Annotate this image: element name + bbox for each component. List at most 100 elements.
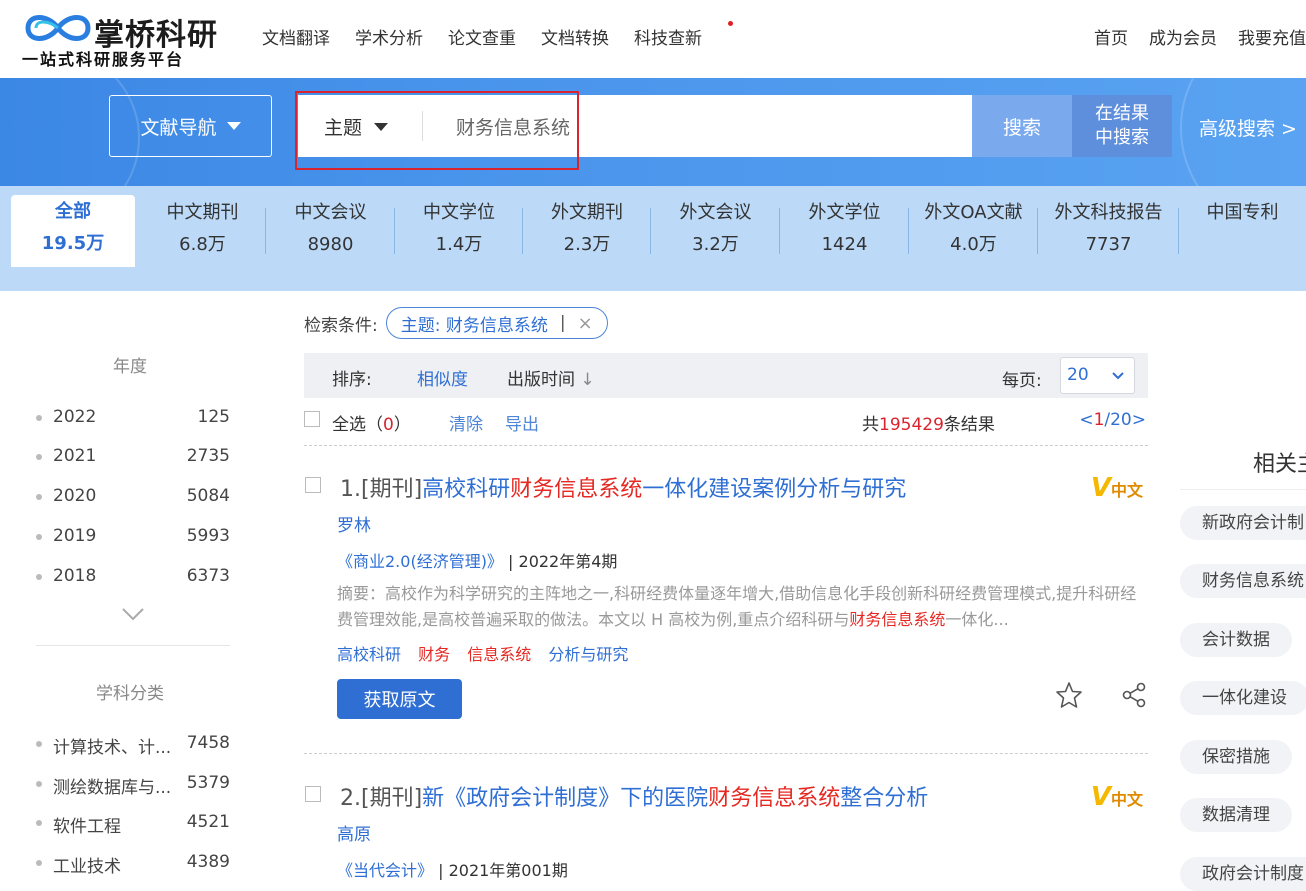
- nav-analysis[interactable]: 学术分析: [355, 24, 423, 54]
- result-item: 1.[期刊]高校科研财务信息系统一体化建设案例分析与研究 V中文 罗林 《商业2…: [304, 471, 1148, 751]
- nav-novelty[interactable]: 科技查新: [634, 21, 733, 54]
- nav-home[interactable]: 首页: [1094, 24, 1128, 49]
- nav-recharge[interactable]: 我要充值: [1238, 24, 1306, 49]
- per-page-select[interactable]: 20: [1060, 357, 1135, 394]
- divider: [304, 753, 1148, 754]
- within-label-2: 中搜索: [1095, 127, 1149, 148]
- subject-filter-item[interactable]: 软件工程 4521: [36, 810, 232, 837]
- total-suffix: 条结果: [943, 415, 995, 435]
- related-tag[interactable]: 保密措施: [1180, 740, 1292, 774]
- top-header: 掌桥科研 一站式科研服务平台 文档翻译 学术分析 论文查重 文档转换 科技查新 …: [0, 0, 1306, 78]
- right-nav: 首页 成为会员 我要充值: [1073, 24, 1306, 49]
- current-page: 1: [1093, 410, 1105, 430]
- tab-cn-patent[interactable]: 中国专利: [1179, 196, 1306, 266]
- clear-button[interactable]: 清除: [449, 410, 483, 435]
- tab-foreign-oa[interactable]: 外文OA文献 4.0万: [909, 196, 1038, 266]
- filter-label: 测绘数据库与...: [53, 778, 172, 798]
- related-tag[interactable]: 新政府会计制: [1180, 506, 1306, 540]
- search-within-results-button[interactable]: 在结果 中搜索: [1072, 95, 1172, 157]
- year-filter-item[interactable]: 2021 2735: [36, 444, 232, 470]
- star-icon[interactable]: [1055, 681, 1083, 709]
- caret-down-icon: [226, 122, 241, 130]
- journal-link[interactable]: 《当代会计》: [337, 861, 433, 880]
- result-checkbox[interactable]: [305, 477, 321, 493]
- result-author[interactable]: 高原: [337, 820, 371, 845]
- prev-page-button[interactable]: <: [1079, 410, 1093, 430]
- year-filter-item[interactable]: 2022 125: [36, 405, 232, 431]
- select-all-checkbox[interactable]: [304, 411, 320, 427]
- sort-label: 排序:: [332, 370, 372, 390]
- search-field-select[interactable]: 主题: [324, 113, 389, 140]
- keyword-link[interactable]: 财务: [418, 645, 450, 664]
- condition-tag[interactable]: 主题: 财务信息系统 | ×: [385, 307, 608, 339]
- filter-label: 2021: [53, 446, 97, 466]
- related-tag[interactable]: 政府会计制度: [1180, 857, 1306, 891]
- result-author[interactable]: 罗林: [337, 511, 371, 536]
- result-title-link[interactable]: 1.[期刊]高校科研财务信息系统一体化建设案例分析与研究: [340, 471, 906, 503]
- tab-all[interactable]: 全部 19.5万: [11, 195, 135, 267]
- result-title-link[interactable]: 2.[期刊]新《政府会计制度》下的医院财务信息系统整合分析: [340, 780, 928, 812]
- tab-cn-journal[interactable]: 中文期刊 6.8万: [139, 196, 266, 266]
- export-button[interactable]: 导出: [505, 410, 539, 435]
- next-page-button[interactable]: >: [1132, 410, 1146, 430]
- share-icon[interactable]: [1120, 681, 1148, 709]
- result-source: 《商业2.0(经济管理)》 | 2022年第4期: [337, 548, 617, 572]
- journal-link[interactable]: 《商业2.0(经济管理)》: [337, 552, 503, 571]
- search-box: 主题 财务信息系统: [295, 91, 972, 170]
- nav-plagiarism[interactable]: 论文查重: [448, 24, 516, 54]
- chevron-down-icon[interactable]: [122, 607, 144, 621]
- nav-convert[interactable]: 文档转换: [541, 24, 609, 54]
- sort-relevance[interactable]: 相似度: [417, 365, 468, 390]
- tab-foreign-degree[interactable]: 外文学位 1424: [780, 196, 909, 266]
- literature-nav-button[interactable]: 文献导航: [109, 95, 272, 157]
- close-icon[interactable]: ×: [578, 313, 593, 334]
- result-checkbox[interactable]: [305, 786, 321, 802]
- condition-tag-text: 主题: 财务信息系统: [400, 315, 548, 336]
- related-tag[interactable]: 财务信息系统: [1180, 564, 1306, 598]
- literature-nav-label: 文献导航: [140, 116, 217, 139]
- tab-name: 中国专利: [1206, 202, 1279, 223]
- subject-filter-item[interactable]: 工业技术 4389: [36, 850, 232, 877]
- filter-count: 4389: [186, 852, 230, 872]
- related-tag[interactable]: 数据清理: [1180, 798, 1292, 832]
- keyword-link[interactable]: 高校科研: [337, 645, 401, 664]
- tab-foreign-tech-report[interactable]: 外文科技报告 7737: [1038, 196, 1179, 266]
- search-input[interactable]: 财务信息系统: [456, 113, 570, 140]
- arrow-down-icon: ↓: [580, 370, 595, 390]
- related-tag[interactable]: 会计数据: [1180, 623, 1292, 657]
- get-fulltext-button[interactable]: 获取原文: [337, 679, 462, 719]
- chinese-badge-icon: V中文: [1091, 473, 1143, 503]
- subject-filter-title: 学科分类: [96, 684, 164, 704]
- year-filter-item[interactable]: 2019 5993: [36, 524, 232, 550]
- year-filter-item[interactable]: 2020 5084: [36, 484, 232, 510]
- filter-count: 5379: [186, 773, 230, 793]
- filter-count: 4521: [186, 812, 230, 832]
- advanced-search-link[interactable]: 高级搜索 >: [1199, 114, 1297, 141]
- select-all-close: ）: [393, 415, 411, 435]
- subject-filter-item[interactable]: 计算技术、计... 7458: [36, 731, 232, 758]
- selected-count: 0: [383, 415, 394, 435]
- nav-membership[interactable]: 成为会员: [1149, 24, 1217, 49]
- tab-name: 外文OA文献: [924, 202, 1023, 223]
- select-all-label[interactable]: 全选（0）: [332, 410, 411, 435]
- site-logo[interactable]: 掌桥科研 一站式科研服务平台: [20, 8, 220, 69]
- logo-infinity-icon: [25, 15, 91, 41]
- related-tag[interactable]: 一体化建设: [1180, 681, 1306, 715]
- result-index: 1.[期刊]: [340, 477, 423, 502]
- tab-cn-degree[interactable]: 中文学位 1.4万: [395, 196, 523, 266]
- tab-foreign-conference[interactable]: 外文会议 3.2万: [651, 196, 780, 266]
- related-topics-panel: 相关主 新政府会计制 财务信息系统 会计数据 一体化建设 保密措施 数据清理 政…: [1164, 291, 1306, 891]
- tab-cn-conference[interactable]: 中文会议 8980: [266, 196, 395, 266]
- search-button[interactable]: 搜索: [972, 95, 1072, 157]
- keyword-link[interactable]: 信息系统: [467, 645, 531, 664]
- keyword-link[interactable]: 分析与研究: [548, 645, 628, 664]
- nav-translate[interactable]: 文档翻译: [262, 24, 330, 54]
- subject-filter-item[interactable]: 测绘数据库与... 5379: [36, 771, 232, 798]
- result-keywords: 高校科研 财务 信息系统 分析与研究: [337, 641, 640, 665]
- tab-foreign-journal[interactable]: 外文期刊 2.3万: [523, 196, 651, 266]
- sort-pubtime[interactable]: 出版时间 ↓: [507, 365, 595, 390]
- filter-count: 125: [197, 407, 230, 427]
- year-filter-item[interactable]: 2018 6373: [36, 564, 232, 590]
- tab-count: 1.4万: [435, 234, 483, 255]
- filter-label: 2018: [53, 566, 97, 586]
